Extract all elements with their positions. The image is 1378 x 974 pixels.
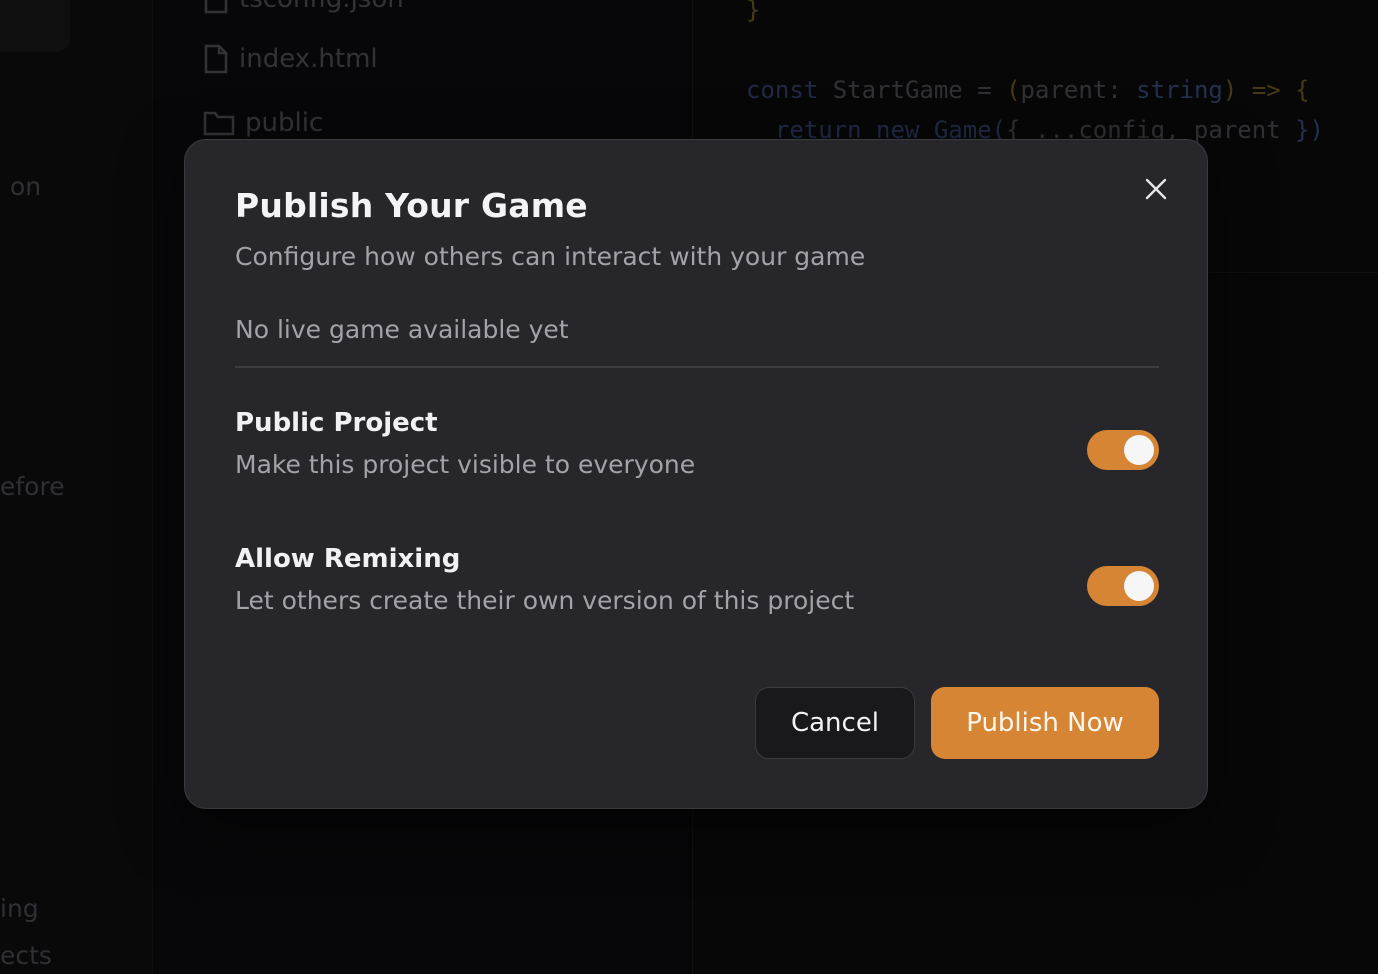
public-project-toggle[interactable] [1087,430,1159,470]
setting-description: Let others create their own version of t… [235,586,855,615]
dialog-subtitle: Configure how others can interact with y… [235,242,866,271]
live-game-status: No live game available yet [235,315,569,344]
publish-now-button[interactable]: Publish Now [931,687,1159,759]
publish-dialog: Publish Your Game Configure how others c… [184,139,1208,809]
setting-description: Make this project visible to everyone [235,450,696,479]
allow-remixing-toggle[interactable] [1087,566,1159,606]
toggle-knob [1124,435,1154,465]
cancel-button[interactable]: Cancel [755,687,915,759]
close-icon [1145,178,1167,200]
dialog-title: Publish Your Game [235,186,588,225]
setting-public-project: Public Project Make this project visible… [235,408,1159,488]
setting-allow-remixing: Allow Remixing Let others create their o… [235,544,1159,624]
divider [235,366,1159,368]
toggle-knob [1124,571,1154,601]
setting-title: Public Project [235,408,438,438]
close-button[interactable] [1141,174,1171,204]
setting-title: Allow Remixing [235,544,461,574]
